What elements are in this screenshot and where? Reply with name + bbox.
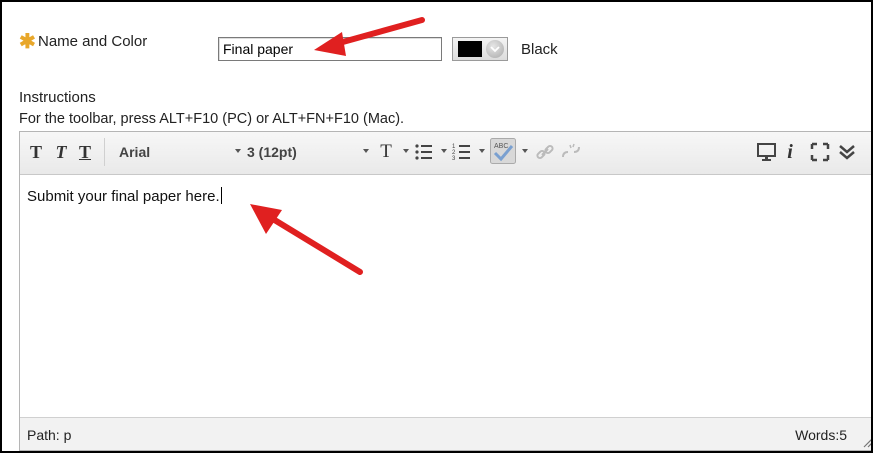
editor-status-bar: Path: p Words:5 [20, 417, 873, 450]
color-name-label: Black [521, 41, 558, 58]
rich-text-editor: T T T Arial 3 (12pt) T 1 2 3 ABC i Submi… [19, 131, 873, 451]
text-caret [220, 187, 222, 204]
spellcheck-icon[interactable]: ABC [490, 138, 516, 164]
bold-glyph: T [29, 141, 42, 162]
bullet-list-icon[interactable] [413, 141, 435, 163]
color-picker[interactable] [452, 37, 508, 61]
color-dropdown-icon[interactable] [486, 40, 504, 58]
text-color-glyph: T [380, 141, 392, 162]
info-icon[interactable]: i [782, 140, 798, 164]
underline-glyph: T [78, 141, 91, 162]
preview-icon[interactable] [756, 141, 778, 163]
numbered-list-dropdown-icon[interactable] [479, 149, 485, 153]
expand-toolbar-icon[interactable] [836, 141, 858, 163]
underline-icon[interactable]: T [75, 140, 95, 164]
assignment-form: ✱ Name and Color Black Instructions For … [0, 0, 873, 453]
resize-grip-icon[interactable] [861, 436, 873, 448]
color-swatch [458, 41, 482, 57]
bullet-list-dropdown-icon[interactable] [441, 149, 447, 153]
text-color-dropdown-icon[interactable] [403, 149, 409, 153]
insert-link-icon[interactable] [534, 141, 556, 163]
editor-toolbar: T T T Arial 3 (12pt) T 1 2 3 ABC i [20, 132, 871, 175]
svg-text:3: 3 [452, 156, 456, 162]
spellcheck-dropdown-icon[interactable] [522, 149, 528, 153]
numbered-list-icon[interactable]: 1 2 3 [451, 141, 473, 163]
editor-text: Submit your final paper here. [27, 188, 220, 205]
italic-glyph: T [55, 141, 67, 162]
font-size-value: 3 (12pt) [247, 144, 297, 160]
unlink-icon[interactable] [560, 141, 582, 163]
editor-content[interactable]: Submit your final paper here. [20, 175, 871, 419]
name-and-color-label: Name and Color [38, 33, 148, 50]
font-size-select[interactable]: 3 (12pt) [247, 140, 347, 164]
font-size-dropdown-icon[interactable] [363, 149, 369, 153]
fullscreen-icon[interactable] [809, 141, 831, 163]
italic-icon[interactable]: T [51, 140, 71, 164]
svg-text:ABC: ABC [494, 143, 508, 150]
toolbar-hint: For the toolbar, press ALT+F10 (PC) or A… [19, 111, 405, 127]
word-count: Words:5 [795, 427, 847, 443]
path-indicator: Path: p [27, 427, 72, 443]
instructions-label: Instructions [19, 89, 96, 106]
font-family-value: Arial [119, 144, 151, 160]
font-family-select[interactable]: Arial [119, 140, 219, 164]
bold-icon[interactable]: T [26, 140, 46, 164]
name-input[interactable] [218, 37, 442, 61]
font-family-dropdown-icon[interactable] [235, 149, 241, 153]
required-star-icon: ✱ [19, 31, 36, 53]
toolbar-divider [104, 138, 105, 166]
text-color-icon[interactable]: T [375, 140, 397, 164]
